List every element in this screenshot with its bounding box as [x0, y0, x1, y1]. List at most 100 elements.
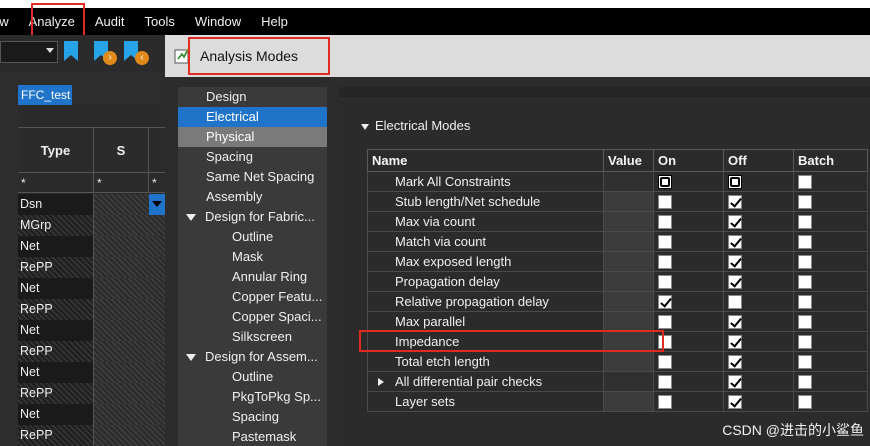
- table-row[interactable]: Net: [18, 278, 165, 299]
- table-row[interactable]: MGrp: [18, 215, 165, 236]
- table-row[interactable]: All differential pair checks: [367, 371, 868, 392]
- nav-item[interactable]: Mask: [178, 247, 327, 267]
- batch-checkbox[interactable]: [798, 254, 812, 269]
- batch-checkbox[interactable]: [798, 174, 812, 189]
- on-checkbox[interactable]: [658, 274, 672, 289]
- table-row[interactable]: Max exposed length: [367, 251, 868, 272]
- off-checkbox[interactable]: [728, 374, 742, 389]
- on-checkbox[interactable]: [658, 294, 672, 309]
- mode-value[interactable]: [603, 251, 654, 272]
- mode-value[interactable]: [603, 351, 654, 372]
- off-checkbox[interactable]: [728, 214, 742, 229]
- off-checkbox[interactable]: [728, 234, 742, 249]
- on-checkbox[interactable]: [658, 174, 672, 189]
- filter-type[interactable]: *: [18, 173, 94, 193]
- table-row[interactable]: Max via count: [367, 211, 868, 232]
- batch-checkbox[interactable]: [798, 194, 812, 209]
- nav-item[interactable]: Silkscreen: [178, 327, 327, 347]
- section-electrical-modes[interactable]: Electrical Modes: [361, 117, 470, 135]
- table-row[interactable]: RePP: [18, 383, 165, 404]
- mode-value[interactable]: [603, 291, 654, 312]
- mode-value[interactable]: [603, 371, 654, 392]
- off-checkbox[interactable]: [728, 354, 742, 369]
- off-checkbox[interactable]: [728, 274, 742, 289]
- table-row[interactable]: Max parallel: [367, 311, 868, 332]
- on-checkbox[interactable]: [658, 194, 672, 209]
- filter-extra[interactable]: *: [149, 173, 165, 193]
- table-row[interactable]: Impedance: [367, 331, 868, 352]
- nav-item[interactable]: Electrical: [178, 107, 327, 127]
- batch-checkbox[interactable]: [798, 274, 812, 289]
- menu-window[interactable]: Window: [185, 8, 251, 35]
- off-checkbox[interactable]: [728, 334, 742, 349]
- mode-value[interactable]: [603, 331, 654, 352]
- menu-tools[interactable]: Tools: [135, 8, 185, 35]
- nav-item[interactable]: Outline: [178, 227, 327, 247]
- nav-item[interactable]: Copper Spaci...: [178, 307, 327, 327]
- nav-item[interactable]: Design: [178, 87, 327, 107]
- off-checkbox[interactable]: [728, 254, 742, 269]
- table-row[interactable]: RePP: [18, 425, 165, 446]
- nav-item[interactable]: Annular Ring: [178, 267, 327, 287]
- on-checkbox[interactable]: [658, 254, 672, 269]
- batch-checkbox[interactable]: [798, 334, 812, 349]
- table-row[interactable]: Dsn: [18, 194, 165, 215]
- batch-checkbox[interactable]: [798, 234, 812, 249]
- nav-item[interactable]: Physical: [178, 127, 327, 147]
- batch-checkbox[interactable]: [798, 374, 812, 389]
- col-s[interactable]: S: [94, 128, 149, 174]
- table-row[interactable]: Match via count: [367, 231, 868, 252]
- panel-combo[interactable]: [0, 41, 58, 63]
- table-row[interactable]: Mark All Constraints: [367, 171, 868, 192]
- table-row[interactable]: Net: [18, 320, 165, 341]
- off-checkbox[interactable]: [728, 174, 742, 189]
- nav-item[interactable]: Spacing: [178, 147, 327, 167]
- nav-item[interactable]: Same Net Spacing: [178, 167, 327, 187]
- expand-triangle-icon[interactable]: [186, 214, 196, 222]
- menu-analyze[interactable]: Analyze: [19, 8, 85, 35]
- off-checkbox[interactable]: [728, 314, 742, 329]
- bookmark-icon[interactable]: [64, 41, 78, 61]
- table-row[interactable]: RePP: [18, 341, 165, 362]
- table-row[interactable]: RePP: [18, 299, 165, 320]
- on-checkbox[interactable]: [658, 354, 672, 369]
- col-type[interactable]: Type: [18, 128, 94, 174]
- on-checkbox[interactable]: [658, 334, 672, 349]
- filter-s[interactable]: *: [94, 173, 149, 193]
- nav-item[interactable]: Outline: [178, 367, 327, 387]
- on-checkbox[interactable]: [658, 394, 672, 409]
- mode-value[interactable]: [603, 191, 654, 212]
- batch-checkbox[interactable]: [798, 354, 812, 369]
- batch-checkbox[interactable]: [798, 314, 812, 329]
- off-checkbox[interactable]: [728, 394, 742, 409]
- tab-ffc-test[interactable]: FFC_test: [18, 85, 72, 105]
- row-dropdown[interactable]: [149, 194, 165, 215]
- mode-value[interactable]: [603, 311, 654, 332]
- on-checkbox[interactable]: [658, 374, 672, 389]
- on-checkbox[interactable]: [658, 214, 672, 229]
- table-row[interactable]: Relative propagation delay: [367, 291, 868, 312]
- table-row[interactable]: Net: [18, 362, 165, 383]
- menu-help[interactable]: Help: [251, 8, 298, 35]
- nav-item[interactable]: Design for Fabric...: [178, 207, 327, 227]
- table-row[interactable]: Net: [18, 236, 165, 257]
- table-row[interactable]: Stub length/Net schedule: [367, 191, 868, 212]
- batch-checkbox[interactable]: [798, 294, 812, 309]
- menu-view[interactable]: ew: [0, 8, 19, 35]
- mode-value[interactable]: [603, 231, 654, 252]
- on-checkbox[interactable]: [658, 314, 672, 329]
- batch-checkbox[interactable]: [798, 214, 812, 229]
- table-row[interactable]: Net: [18, 404, 165, 425]
- mode-value[interactable]: [603, 271, 654, 292]
- off-checkbox[interactable]: [728, 294, 742, 309]
- off-checkbox[interactable]: [728, 194, 742, 209]
- table-row[interactable]: Propagation delay: [367, 271, 868, 292]
- nav-item[interactable]: Copper Featu...: [178, 287, 327, 307]
- table-row[interactable]: Total etch length: [367, 351, 868, 372]
- on-checkbox[interactable]: [658, 234, 672, 249]
- menu-audit[interactable]: Audit: [85, 8, 135, 35]
- expand-triangle-icon[interactable]: [378, 378, 384, 386]
- nav-item[interactable]: Pastemask: [178, 427, 327, 446]
- mode-value[interactable]: [603, 391, 654, 412]
- batch-checkbox[interactable]: [798, 394, 812, 409]
